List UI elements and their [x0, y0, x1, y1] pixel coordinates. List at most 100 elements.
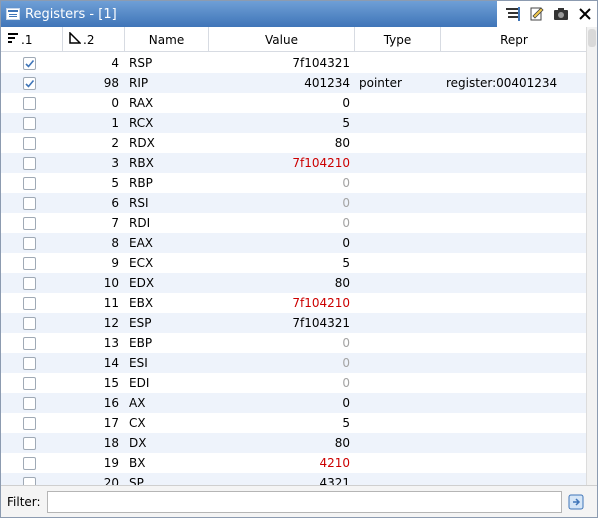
register-name: EDX — [129, 276, 155, 290]
row-checkbox[interactable] — [22, 136, 36, 150]
register-row[interactable]: 1 RCX 5 — [1, 113, 587, 133]
register-row[interactable]: 15 EDI 0 — [1, 373, 587, 393]
title-bar[interactable]: Registers - [1] — [1, 1, 597, 27]
row-checkbox[interactable] — [22, 156, 36, 170]
register-value[interactable]: 80 — [209, 273, 355, 293]
register-row[interactable]: 17 CX 5 — [1, 413, 587, 433]
column-type[interactable]: Type — [355, 27, 441, 52]
column-checked[interactable]: .1 — [1, 27, 63, 52]
close-icon[interactable] — [573, 3, 597, 25]
register-number: 12 — [103, 316, 119, 330]
register-row[interactable]: 4 RSP 7f104321 — [1, 53, 587, 73]
register-value[interactable]: 80 — [209, 433, 355, 453]
row-checkbox[interactable] — [22, 456, 36, 470]
register-value[interactable]: 7f104321 — [209, 313, 355, 333]
register-row[interactable]: 19 BX 4210 — [1, 453, 587, 473]
register-value[interactable]: 5 — [209, 253, 355, 273]
register-value[interactable]: 0 — [209, 213, 355, 233]
register-row[interactable]: 20 SP 4321 — [1, 473, 587, 485]
layout-icon[interactable] — [501, 3, 525, 25]
register-name: DX — [129, 436, 147, 450]
column-number[interactable]: .2 — [63, 27, 125, 52]
register-repr — [441, 113, 587, 133]
register-repr — [441, 253, 587, 273]
row-checkbox[interactable] — [22, 476, 36, 485]
register-value[interactable]: 5 — [209, 413, 355, 433]
register-value[interactable]: 7f104210 — [209, 153, 355, 173]
register-value[interactable]: 0 — [209, 353, 355, 373]
register-type — [355, 433, 441, 453]
register-repr — [441, 193, 587, 213]
row-checkbox[interactable] — [22, 76, 36, 90]
register-number: 13 — [103, 336, 119, 350]
register-value[interactable]: 0 — [209, 393, 355, 413]
register-value[interactable]: 0 — [209, 93, 355, 113]
row-checkbox[interactable] — [22, 176, 36, 190]
register-row[interactable]: 12 ESP 7f104321 — [1, 313, 587, 333]
register-value[interactable]: 0 — [209, 193, 355, 213]
register-number: 4 — [111, 56, 119, 70]
register-row[interactable]: 11 EBX 7f104210 — [1, 293, 587, 313]
register-value[interactable]: 0 — [209, 173, 355, 193]
column-repr[interactable]: Repr — [441, 27, 587, 52]
row-checkbox[interactable] — [22, 356, 36, 370]
row-checkbox[interactable] — [22, 436, 36, 450]
register-name: ESP — [129, 316, 152, 330]
row-checkbox[interactable] — [22, 296, 36, 310]
row-checkbox[interactable] — [22, 416, 36, 430]
register-value[interactable]: 5 — [209, 113, 355, 133]
register-number: 3 — [111, 156, 119, 170]
column-name[interactable]: Name — [125, 27, 209, 52]
filter-input[interactable] — [46, 490, 562, 513]
vertical-scrollbar[interactable] — [586, 27, 597, 485]
checkbox-cell — [1, 173, 63, 193]
row-checkbox[interactable] — [22, 256, 36, 270]
checkbox-cell — [1, 333, 63, 353]
row-checkbox[interactable] — [22, 96, 36, 110]
register-row[interactable]: 10 EDX 80 — [1, 273, 587, 293]
register-row[interactable]: 13 EBP 0 — [1, 333, 587, 353]
register-repr — [441, 433, 587, 453]
register-row[interactable]: 5 RBP 0 — [1, 173, 587, 193]
register-repr — [441, 333, 587, 353]
register-type — [355, 133, 441, 153]
row-checkbox[interactable] — [22, 116, 36, 130]
register-value[interactable]: 0 — [209, 233, 355, 253]
register-row[interactable]: 16 AX 0 — [1, 393, 587, 413]
register-row[interactable]: 6 RSI 0 — [1, 193, 587, 213]
register-type — [355, 53, 441, 73]
row-checkbox[interactable] — [22, 196, 36, 210]
register-value[interactable]: 7f104321 — [209, 53, 355, 73]
register-row[interactable]: 14 ESI 0 — [1, 353, 587, 373]
apply-filter-icon[interactable] — [567, 493, 585, 511]
row-checkbox[interactable] — [22, 316, 36, 330]
scrollbar-thumb[interactable] — [588, 29, 596, 47]
row-checkbox[interactable] — [22, 56, 36, 70]
row-checkbox[interactable] — [22, 276, 36, 290]
register-row[interactable]: 0 RAX 0 — [1, 93, 587, 113]
register-type — [355, 273, 441, 293]
register-value[interactable]: 0 — [209, 373, 355, 393]
register-row[interactable]: 7 RDI 0 — [1, 213, 587, 233]
register-row[interactable]: 2 RDX 80 — [1, 133, 587, 153]
register-value[interactable]: 4321 — [209, 473, 355, 485]
edit-icon[interactable] — [525, 3, 549, 25]
register-value[interactable]: 4210 — [209, 453, 355, 473]
register-row[interactable]: 9 ECX 5 — [1, 253, 587, 273]
camera-icon[interactable] — [549, 3, 573, 25]
column-value[interactable]: Value — [209, 27, 355, 52]
register-row[interactable]: 3 RBX 7f104210 — [1, 153, 587, 173]
register-value[interactable]: 7f104210 — [209, 293, 355, 313]
register-value[interactable]: 80 — [209, 133, 355, 153]
row-checkbox[interactable] — [22, 376, 36, 390]
row-checkbox[interactable] — [22, 336, 36, 350]
register-value[interactable]: 401234 — [209, 73, 355, 93]
row-checkbox[interactable] — [22, 396, 36, 410]
register-number: 1 — [111, 116, 119, 130]
register-row[interactable]: 18 DX 80 — [1, 433, 587, 453]
row-checkbox[interactable] — [22, 236, 36, 250]
register-row[interactable]: 8 EAX 0 — [1, 233, 587, 253]
row-checkbox[interactable] — [22, 216, 36, 230]
register-value[interactable]: 0 — [209, 333, 355, 353]
register-row[interactable]: 98 RIP 401234 pointer register:00401234 — [1, 73, 587, 93]
